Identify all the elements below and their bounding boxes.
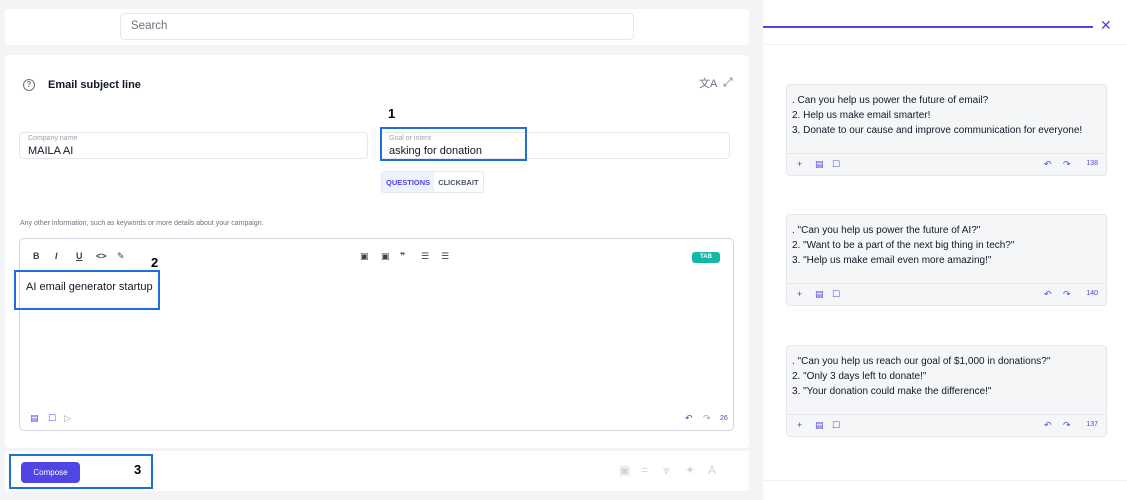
mode-tabs: QUESTIONS CLICKBAIT bbox=[381, 171, 484, 193]
add-icon[interactable]: + bbox=[797, 420, 802, 430]
save-doc-icon[interactable]: ▣ bbox=[619, 463, 630, 477]
close-icon[interactable]: ✕ bbox=[1100, 17, 1112, 34]
tab-clickbait[interactable]: CLICKBAIT bbox=[434, 172, 482, 192]
result-text: . "Can you help us power the future of A… bbox=[792, 223, 1014, 268]
expand-icon[interactable]: ⤢ bbox=[723, 75, 733, 90]
redo-icon[interactable]: ↷ bbox=[1063, 420, 1071, 431]
char-count: 26 bbox=[720, 415, 728, 422]
result-line: 3. Donate to our cause and improve commu… bbox=[792, 125, 1083, 136]
copy-icon[interactable]: ▤ bbox=[30, 413, 39, 424]
top-bar: Search bbox=[5, 9, 749, 45]
rich-text-editor[interactable]: B I U <> ✎ ▣ ▣ ❞ ☰ ☰ TAB AI email genera… bbox=[19, 238, 734, 431]
annotation-label-3: 3 bbox=[134, 462, 142, 477]
divider bbox=[763, 44, 1127, 45]
annotation-label-2: 2 bbox=[151, 255, 159, 270]
tab-questions[interactable]: QUESTIONS bbox=[382, 172, 435, 192]
bullet-list-icon[interactable]: ☰ bbox=[441, 251, 449, 262]
copy-icon[interactable]: ▤ bbox=[815, 159, 824, 170]
heading2-icon[interactable]: ▣ bbox=[381, 251, 390, 262]
result-line: 3. "Help us make email even more amazing… bbox=[792, 255, 992, 266]
result-text: . Can you help us power the future of em… bbox=[792, 93, 1082, 138]
underline-icon[interactable]: U bbox=[76, 251, 83, 261]
heading1-icon[interactable]: ▣ bbox=[360, 251, 369, 262]
search-input[interactable]: Search bbox=[120, 13, 634, 40]
progress-bar bbox=[763, 26, 1093, 28]
char-count: 140 bbox=[1086, 290, 1098, 297]
add-icon[interactable]: + bbox=[797, 289, 802, 299]
results-panel: ✕ . Can you help us power the future of … bbox=[763, 0, 1127, 500]
bookmark-icon[interactable]: ☐ bbox=[48, 413, 56, 424]
add-icon[interactable]: + bbox=[797, 159, 802, 169]
translate-icon[interactable]: 文A bbox=[699, 75, 717, 91]
bookmark-icon[interactable]: ☐ bbox=[832, 289, 840, 300]
bookmark-icon[interactable]: ☐ bbox=[832, 420, 840, 431]
undo-icon[interactable]: ↶ bbox=[1044, 420, 1052, 431]
hint-text: Any other information, such as keywords … bbox=[20, 220, 264, 227]
result-card[interactable]: . "Can you help us reach our goal of $1,… bbox=[786, 345, 1107, 437]
result-line: . Can you help us power the future of em… bbox=[792, 95, 989, 106]
card-toolbar: + ▤ ☐ ↶ ↷ 137 bbox=[787, 414, 1106, 436]
result-card[interactable]: . Can you help us power the future of em… bbox=[786, 84, 1107, 176]
char-count: 137 bbox=[1086, 421, 1098, 428]
copy-icon[interactable]: ▤ bbox=[815, 289, 824, 300]
play-icon[interactable]: ▷ bbox=[64, 413, 71, 424]
redo-icon[interactable]: ↷ bbox=[703, 413, 711, 424]
card-toolbar: + ▤ ☐ ↶ ↷ 140 bbox=[787, 283, 1106, 305]
undo-icon[interactable]: ↶ bbox=[1044, 289, 1052, 300]
copy-icon[interactable]: ▤ bbox=[815, 420, 824, 431]
result-line: . "Can you help us reach our goal of $1,… bbox=[792, 356, 1051, 367]
card-toolbar: + ▤ ☐ ↶ ↷ 138 bbox=[787, 153, 1106, 175]
result-line: 3. "Your donation could make the differe… bbox=[792, 386, 992, 397]
page-title: Email subject line bbox=[48, 79, 141, 91]
annotation-box-2 bbox=[14, 270, 160, 310]
annotation-label-1: 1 bbox=[388, 106, 396, 121]
annotation-box-3 bbox=[9, 454, 153, 489]
annotation-box-1 bbox=[380, 127, 527, 161]
redo-icon[interactable]: ↷ bbox=[1063, 289, 1071, 300]
filter-icon[interactable]: ⩔ bbox=[663, 463, 670, 478]
sparkle-icon[interactable]: ✦ bbox=[685, 463, 695, 477]
char-count: 138 bbox=[1086, 160, 1098, 167]
undo-icon[interactable]: ↶ bbox=[685, 413, 693, 424]
main-panel: ? Email subject line 文A ⤢ Company name M… bbox=[5, 55, 749, 448]
result-line: 2. "Only 3 days left to donate!" bbox=[792, 371, 927, 382]
spellcheck-icon[interactable]: A bbox=[708, 463, 716, 477]
redo-icon[interactable]: ↷ bbox=[1063, 159, 1071, 170]
highlight-icon[interactable]: ✎ bbox=[117, 251, 125, 262]
lines-icon[interactable]: = bbox=[641, 463, 648, 477]
result-line: 2. "Want to be a part of the next big th… bbox=[792, 240, 1015, 251]
help-icon[interactable]: ? bbox=[23, 79, 35, 91]
result-text: . "Can you help us reach our goal of $1,… bbox=[792, 354, 1050, 399]
bold-icon[interactable]: B bbox=[33, 251, 40, 261]
result-line: . "Can you help us power the future of A… bbox=[792, 225, 981, 236]
result-line: 2. Help us make email smarter! bbox=[792, 110, 931, 121]
italic-icon[interactable]: I bbox=[55, 251, 58, 261]
result-card[interactable]: . "Can you help us power the future of A… bbox=[786, 214, 1107, 306]
divider bbox=[763, 480, 1127, 481]
company-name-field[interactable]: Company name MAILA AI bbox=[19, 132, 368, 159]
code-icon[interactable]: <> bbox=[96, 251, 107, 261]
tab-badge[interactable]: TAB bbox=[692, 252, 720, 263]
ordered-list-icon[interactable]: ☰ bbox=[421, 251, 429, 262]
bookmark-icon[interactable]: ☐ bbox=[832, 159, 840, 170]
undo-icon[interactable]: ↶ bbox=[1044, 159, 1052, 170]
quote-icon[interactable]: ❞ bbox=[400, 251, 405, 262]
